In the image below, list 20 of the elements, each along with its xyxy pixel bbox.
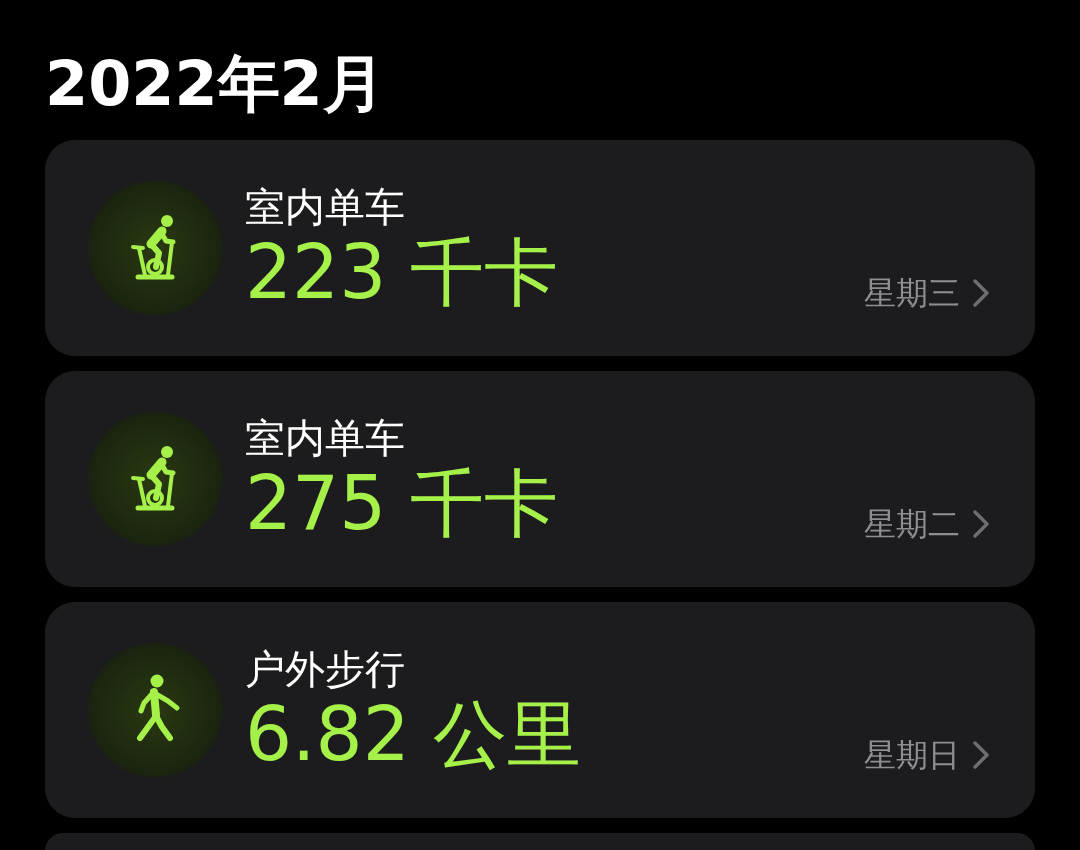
chevron-right-icon [972,509,990,539]
workout-name: 室内单车 [245,183,405,231]
chevron-right-icon [972,278,990,308]
exercise-bike-icon [88,181,222,315]
walking-person-icon [88,643,222,777]
workout-amount: 223 千卡 [245,231,558,313]
workout-card[interactable]: 室内单车 223 千卡 星期三 [45,140,1035,356]
workout-name: 室内单车 [245,414,405,462]
workout-card[interactable] [45,833,1035,850]
workout-card[interactable]: 户外步行 6.82 公里 星期日 [45,602,1035,818]
exercise-bike-icon [88,412,222,546]
weekday-label: 星期日 [864,736,960,774]
weekday-label: 星期三 [864,274,960,312]
workout-card[interactable]: 室内单车 275 千卡 星期二 [45,371,1035,587]
month-heading: 2022年2月 [45,47,385,121]
workout-amount: 275 千卡 [245,462,558,544]
workout-name: 户外步行 [245,645,405,693]
workout-amount: 6.82 公里 [245,693,582,775]
chevron-right-icon [972,740,990,770]
weekday-label: 星期二 [864,505,960,543]
